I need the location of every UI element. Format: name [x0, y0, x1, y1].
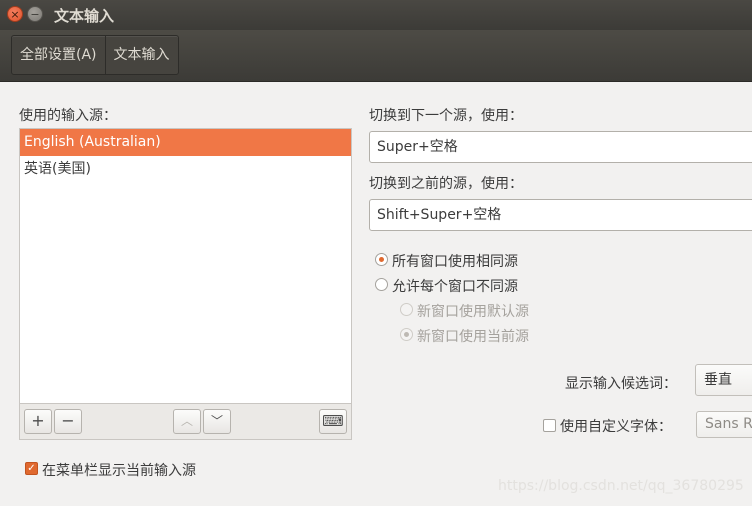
- move-up-button[interactable]: ︿: [173, 409, 201, 434]
- same-source-radio[interactable]: [375, 253, 388, 266]
- switch-next-label: 切换到下一个源，使用：: [369, 108, 523, 124]
- new-window-default-radio[interactable]: [400, 303, 413, 316]
- close-icon[interactable]: ×: [7, 6, 23, 22]
- list-toolbar: + − ︿ ﹀ ⌨: [20, 403, 351, 439]
- radio-selected-dot: [404, 332, 409, 337]
- header-toolbar: 全部设置(A) 文本输入: [0, 30, 752, 82]
- candidates-label: 显示输入候选词：: [565, 376, 677, 392]
- list-item[interactable]: 英语(美国): [20, 156, 351, 183]
- window-title: 文本输入: [54, 7, 115, 25]
- watermark-text: https://blog.csdn.net/qq_36780295: [498, 478, 744, 494]
- switch-prev-label: 切换到之前的源，使用：: [369, 176, 523, 192]
- same-source-label: 所有窗口使用相同源: [392, 254, 518, 270]
- list-item[interactable]: English (Australian): [20, 129, 351, 156]
- new-window-current-radio[interactable]: [400, 328, 413, 341]
- candidates-orientation-select[interactable]: 垂直: [695, 364, 752, 396]
- switch-next-shortcut-field[interactable]: Super+空格: [369, 131, 752, 163]
- keyboard-layout-button[interactable]: ⌨: [319, 409, 347, 434]
- title-bar: × − 文本输入: [0, 0, 752, 30]
- breadcrumb: 全部设置(A) 文本输入: [11, 35, 179, 75]
- remove-source-button[interactable]: −: [54, 409, 82, 434]
- per-window-label: 允许每个窗口不同源: [392, 279, 518, 295]
- custom-font-checkbox[interactable]: [543, 419, 556, 432]
- move-down-button[interactable]: ﹀: [203, 409, 231, 434]
- all-settings-button[interactable]: 全部设置(A): [12, 36, 105, 74]
- new-window-current-label: 新窗口使用当前源: [417, 329, 529, 345]
- switch-prev-shortcut-field[interactable]: Shift+Super+空格: [369, 199, 752, 231]
- add-source-button[interactable]: +: [24, 409, 52, 434]
- new-window-default-label: 新窗口使用默认源: [417, 304, 529, 320]
- per-window-radio[interactable]: [375, 278, 388, 291]
- show-in-menubar-label: 在菜单栏显示当前输入源: [42, 463, 196, 479]
- show-in-menubar-checkbox[interactable]: ✓: [25, 462, 38, 475]
- input-sources-label: 使用的输入源：: [19, 108, 117, 124]
- custom-font-button[interactable]: Sans Re: [696, 411, 752, 438]
- radio-selected-dot: [379, 257, 384, 262]
- minimize-icon[interactable]: −: [27, 6, 43, 22]
- input-sources-list: English (Australian) 英语(美国) + − ︿ ﹀ ⌨: [19, 128, 352, 440]
- custom-font-label: 使用自定义字体：: [560, 419, 672, 435]
- text-entry-crumb[interactable]: 文本输入: [104, 36, 178, 74]
